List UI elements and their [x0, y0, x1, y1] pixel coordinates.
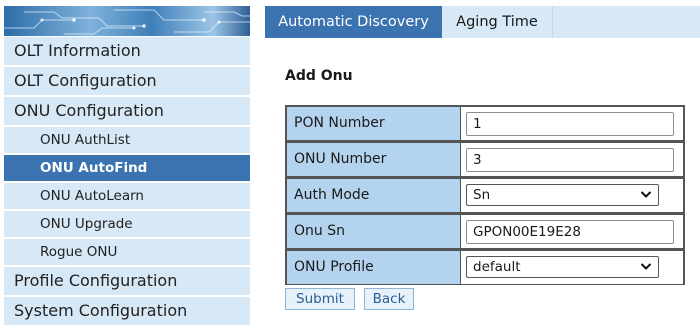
sidebar-item-profile-configuration[interactable]: Profile Configuration: [4, 267, 250, 295]
form-row-onu-number: ONU Number 3: [286, 142, 684, 177]
chevron-down-icon: [640, 263, 652, 270]
sidebar-item-onu-upgrade[interactable]: ONU Upgrade: [4, 211, 250, 237]
sidebar: OLT Information OLT Configuration ONU Co…: [0, 0, 252, 325]
onu-sn-input[interactable]: GPON00E19E28: [466, 220, 674, 244]
onu-profile-label: ONU Profile: [287, 251, 460, 284]
tab-bar: Automatic Discovery Aging Time: [265, 6, 700, 38]
form-row-onu-sn: Onu Sn GPON00E19E28: [286, 214, 684, 249]
tab-aging-time[interactable]: Aging Time: [442, 6, 553, 38]
onu-profile-cell: default: [461, 251, 683, 284]
submit-button[interactable]: Submit: [285, 288, 355, 310]
sidebar-item-onu-authlist[interactable]: ONU AuthList: [4, 127, 250, 153]
form-row-pon-number: PON Number 1: [286, 106, 684, 141]
sidebar-item-onu-autolearn[interactable]: ONU AutoLearn: [4, 183, 250, 209]
tab-automatic-discovery[interactable]: Automatic Discovery: [265, 6, 442, 38]
sidebar-menu: OLT Information OLT Configuration ONU Co…: [4, 37, 250, 327]
auth-mode-label: Auth Mode: [287, 179, 460, 212]
banner-image: [4, 6, 250, 36]
onu-profile-value: default: [473, 259, 521, 275]
onu-number-cell: 3: [461, 143, 683, 176]
pon-number-cell: 1: [461, 107, 683, 140]
onu-sn-cell: GPON00E19E28: [461, 215, 683, 248]
sidebar-item-olt-information[interactable]: OLT Information: [4, 37, 250, 65]
chevron-down-icon: [640, 191, 652, 198]
onu-number-label: ONU Number: [287, 143, 460, 176]
auth-mode-value: Sn: [473, 187, 491, 203]
onu-profile-select[interactable]: default: [466, 256, 659, 278]
sidebar-item-rogue-onu[interactable]: Rogue ONU: [4, 239, 250, 265]
auth-mode-select[interactable]: Sn: [466, 184, 659, 206]
sidebar-item-onu-autofind[interactable]: ONU AutoFind: [4, 155, 250, 181]
form-row-onu-profile: ONU Profile default: [286, 250, 684, 285]
auth-mode-cell: Sn: [461, 179, 683, 212]
circuit-pattern-graphic: [4, 9, 250, 35]
sidebar-item-olt-configuration[interactable]: OLT Configuration: [4, 67, 250, 95]
add-onu-form: PON Number 1 ONU Number 3 Auth Mode Sn O…: [285, 105, 685, 285]
sidebar-item-onu-configuration[interactable]: ONU Configuration: [4, 97, 250, 125]
sidebar-item-system-configuration[interactable]: System Configuration: [4, 297, 250, 325]
pon-number-input[interactable]: 1: [466, 112, 674, 136]
page-title: Add Onu: [285, 68, 353, 84]
onu-sn-label: Onu Sn: [287, 215, 460, 248]
onu-number-input[interactable]: 3: [466, 148, 674, 172]
pon-number-label: PON Number: [287, 107, 460, 140]
form-row-auth-mode: Auth Mode Sn: [286, 178, 684, 213]
back-button[interactable]: Back: [364, 288, 414, 310]
